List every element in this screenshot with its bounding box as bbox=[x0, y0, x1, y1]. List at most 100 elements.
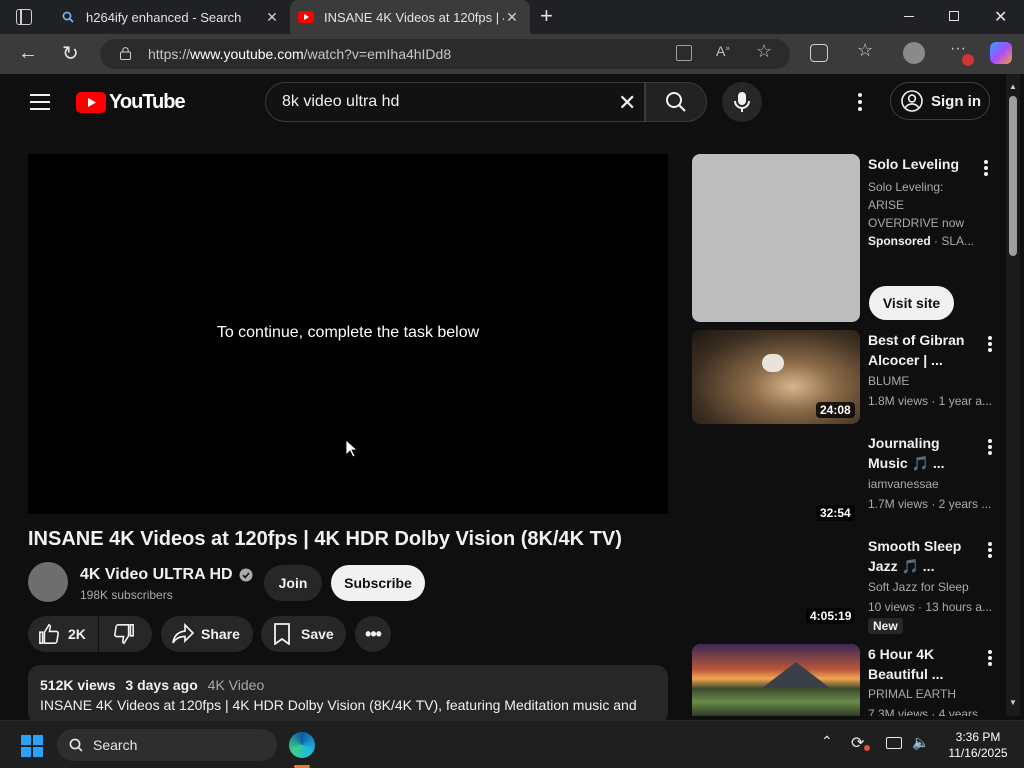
copilot-icon[interactable] bbox=[990, 42, 1012, 64]
share-icon bbox=[172, 623, 195, 644]
taskbar-search[interactable]: Search bbox=[57, 729, 277, 761]
subscribe-button[interactable]: Subscribe bbox=[331, 565, 425, 601]
video-channel[interactable]: iamvanessae bbox=[868, 477, 939, 491]
mouse-cursor-icon bbox=[346, 440, 358, 458]
video-more-icon[interactable] bbox=[982, 336, 998, 352]
video-meta: 10 views · 13 hours a... bbox=[868, 600, 993, 614]
browser-tab-bar: h264ify enhanced - Search ✕ INSANE 4K Vi… bbox=[0, 0, 1024, 34]
close-window-icon[interactable]: ✕ bbox=[994, 7, 1007, 27]
scrollbar-thumb[interactable] bbox=[1009, 96, 1017, 256]
ad-thumbnail[interactable] bbox=[692, 154, 860, 322]
ad-title: Solo Leveling bbox=[868, 156, 960, 172]
related-video[interactable]: 24:08 Best of Gibran Alcocer | ... BLUME… bbox=[692, 330, 1002, 426]
like-count: 2K bbox=[68, 626, 86, 642]
read-aloud-icon[interactable]: A» bbox=[716, 43, 730, 59]
related-video[interactable]: 32:54 Journaling Music 🎵 ... iamvanessae… bbox=[692, 433, 1002, 529]
sync-icon[interactable]: ⟳ bbox=[851, 733, 864, 753]
ad-more-icon[interactable] bbox=[978, 160, 994, 176]
thumbs-up-icon bbox=[39, 623, 59, 644]
channel-avatar[interactable] bbox=[28, 562, 68, 602]
channel-name-text: 4K Video ULTRA HD bbox=[80, 566, 233, 583]
new-badge: New bbox=[868, 618, 903, 634]
dislike-button[interactable] bbox=[99, 616, 152, 652]
sign-in-button[interactable]: Sign in bbox=[890, 82, 990, 120]
profile-avatar[interactable] bbox=[903, 42, 925, 64]
extensions-icon[interactable] bbox=[810, 44, 828, 62]
related-video[interactable]: 4:05:19 Smooth Sleep Jazz 🎵 ... Soft Jaz… bbox=[692, 536, 1002, 636]
edge-browser-icon[interactable] bbox=[289, 732, 315, 758]
clock-date: 11/16/2025 bbox=[948, 746, 1008, 760]
url-domain: www.youtube.com bbox=[190, 46, 304, 62]
favorite-star-icon[interactable]: ☆ bbox=[756, 41, 772, 62]
video-title: Best of Gibran Alcocer | ... bbox=[868, 332, 965, 368]
scroll-up-icon[interactable]: ▲ bbox=[1009, 82, 1017, 91]
share-button[interactable]: Share bbox=[161, 616, 253, 652]
windows-start-icon[interactable] bbox=[21, 735, 43, 757]
display-icon[interactable] bbox=[886, 737, 902, 749]
menu-icon[interactable] bbox=[30, 94, 50, 110]
back-icon[interactable]: ← bbox=[18, 42, 38, 65]
video-player[interactable]: To continue, complete the task below bbox=[28, 154, 668, 514]
settings-kebab-icon[interactable] bbox=[858, 93, 864, 113]
tab-youtube[interactable]: INSANE 4K Videos at 120fps | 4K ✕ bbox=[290, 0, 530, 34]
video-more-icon[interactable] bbox=[982, 650, 998, 666]
minimize-icon[interactable] bbox=[904, 16, 914, 17]
youtube-favicon-icon bbox=[298, 9, 314, 25]
video-duration: 24:08 bbox=[816, 402, 855, 418]
save-button[interactable]: Save bbox=[261, 616, 346, 652]
bookmark-icon bbox=[274, 623, 290, 645]
more-horizontal-icon: ••• bbox=[365, 623, 382, 644]
join-button[interactable]: Join bbox=[264, 565, 322, 601]
video-more-icon[interactable] bbox=[982, 439, 998, 455]
tab-actions-icon[interactable] bbox=[16, 9, 32, 25]
description-box[interactable]: 512K views 3 days ago 4K Video INSANE 4K… bbox=[28, 665, 668, 725]
youtube-play-icon bbox=[76, 91, 106, 113]
video-duration: 32:54 bbox=[816, 505, 855, 521]
video-more-icon[interactable] bbox=[982, 542, 998, 558]
url-path: /watch?v=emIha4hIDd8 bbox=[303, 46, 452, 62]
favorites-icon[interactable]: ☆ bbox=[857, 40, 873, 61]
app-available-icon[interactable] bbox=[676, 45, 692, 61]
save-label: Save bbox=[301, 626, 334, 642]
search-input[interactable]: 8k video ultra hd ✕ bbox=[265, 82, 645, 122]
logo-text: YouTube bbox=[109, 90, 186, 113]
clock-time: 3:36 PM bbox=[955, 730, 1001, 744]
sign-in-label: Sign in bbox=[931, 92, 981, 110]
description-tag[interactable]: 4K Video bbox=[208, 677, 265, 693]
channel-name[interactable]: 4K Video ULTRA HD bbox=[80, 566, 253, 584]
visit-site-button[interactable]: Visit site bbox=[869, 286, 954, 320]
video-meta: 7.3M views · 4 years ... bbox=[868, 707, 992, 716]
video-channel[interactable]: PRIMAL EARTH bbox=[868, 687, 956, 701]
new-tab-icon[interactable]: + bbox=[540, 5, 553, 27]
restore-icon[interactable] bbox=[949, 11, 959, 21]
view-count: 512K views bbox=[40, 677, 116, 693]
voice-search-button[interactable] bbox=[722, 82, 762, 122]
verified-check-icon bbox=[239, 568, 253, 582]
tab-search[interactable]: h264ify enhanced - Search ✕ bbox=[50, 0, 290, 34]
youtube-logo[interactable]: YouTube bbox=[76, 90, 186, 113]
search-query: 8k video ultra hd bbox=[282, 93, 400, 110]
video-meta: 1.8M views · 1 year a... bbox=[868, 394, 993, 408]
video-thumbnail[interactable] bbox=[692, 644, 860, 716]
volume-muted-icon[interactable]: 🔈 bbox=[912, 734, 929, 751]
video-duration: 4:05:19 bbox=[806, 608, 856, 624]
ad-body: Solo Leveling: ARISE OVERDRIVE now avail… bbox=[868, 180, 965, 230]
search-button[interactable] bbox=[645, 82, 707, 122]
close-tab-icon[interactable]: ✕ bbox=[504, 9, 520, 25]
close-tab-icon[interactable]: ✕ bbox=[264, 9, 280, 25]
subscriber-count: 198K subscribers bbox=[80, 588, 173, 602]
scroll-down-icon[interactable]: ▼ bbox=[1009, 698, 1017, 707]
clear-search-icon[interactable]: ✕ bbox=[618, 90, 636, 116]
like-button[interactable]: 2K bbox=[28, 616, 98, 652]
show-hidden-icons[interactable]: ⌃ bbox=[821, 733, 833, 750]
more-actions-button[interactable]: ••• bbox=[355, 616, 391, 652]
sponsored-ad-card[interactable]: Solo Leveling Solo Leveling: ARISE OVERD… bbox=[692, 154, 1002, 324]
related-video[interactable]: 6 Hour 4K Beautiful ... PRIMAL EARTH 7.3… bbox=[692, 644, 1002, 716]
video-channel[interactable]: BLUME bbox=[868, 374, 909, 388]
tab-title: INSANE 4K Videos at 120fps | 4K bbox=[324, 9, 504, 25]
video-channel[interactable]: Soft Jazz for Sleep bbox=[868, 580, 969, 594]
refresh-icon[interactable]: ↻ bbox=[62, 41, 79, 66]
address-bar[interactable]: https://www.youtube.com/watch?v=emIha4hI… bbox=[100, 39, 790, 69]
visit-site-label: Visit site bbox=[882, 295, 941, 311]
taskbar-clock[interactable]: 3:36 PM 11/16/2025 bbox=[938, 729, 1018, 761]
